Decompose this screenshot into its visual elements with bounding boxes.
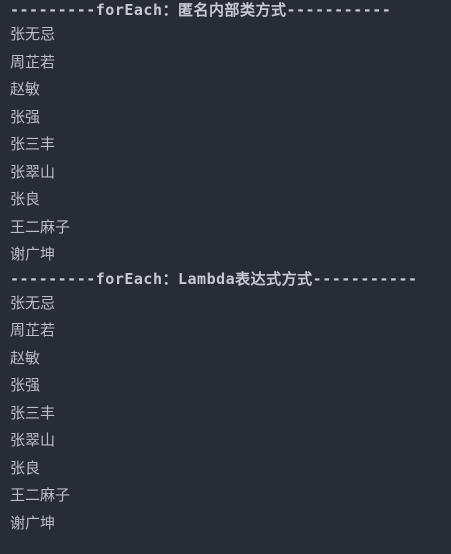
output-line: 张良: [10, 190, 41, 208]
output-line: 赵敏: [10, 348, 41, 367]
output-line: 赵敏: [10, 80, 41, 98]
output-line: 谢广坤: [10, 513, 56, 532]
section-header-lambda: ---------forEach：Lambda表达式方式-----------: [10, 269, 418, 288]
output-line: 张无忌: [10, 293, 56, 312]
output-line: 周芷若: [10, 321, 56, 339]
output-line: 张三丰: [10, 135, 56, 153]
output-line: 周芷若: [10, 52, 56, 71]
output-line: 张三丰: [10, 403, 56, 422]
output-line: 张强: [10, 107, 41, 126]
output-line: 张翠山: [10, 162, 56, 181]
output-line: 张翠山: [10, 431, 56, 449]
output-line: 张良: [10, 458, 41, 477]
output-line: 张无忌: [10, 25, 56, 43]
output-line: 张强: [10, 376, 41, 394]
output-line: 王二麻子: [10, 217, 71, 236]
section-header-anonymous-class: ---------forEach：匿名内部类方式-----------: [10, 1, 392, 19]
output-line: 谢广坤: [10, 245, 56, 263]
output-line: 王二麻子: [10, 486, 71, 504]
console-output: ---------forEach：匿名内部类方式----------- 张无忌 …: [10, 0, 451, 554]
